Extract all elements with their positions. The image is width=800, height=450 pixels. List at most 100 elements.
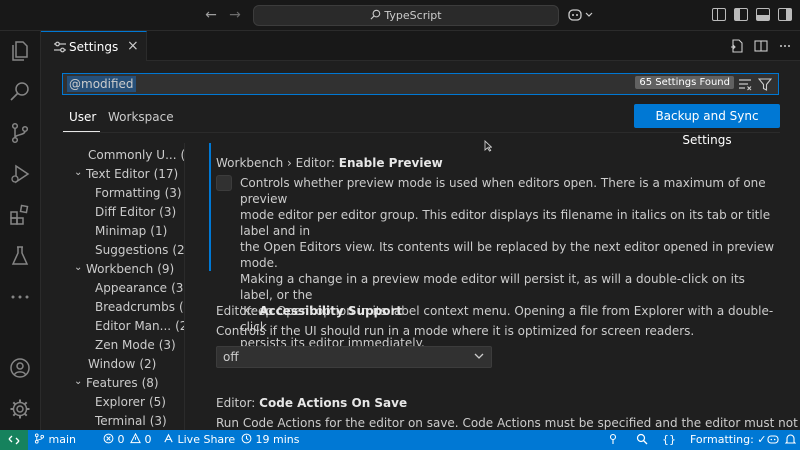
braces-icon[interactable]: {} bbox=[662, 433, 676, 446]
toc-item-appearance[interactable]: Appearance(3) bbox=[95, 281, 184, 299]
toc-item-label: Diff Editor bbox=[95, 205, 156, 219]
toc-item-count: (9) bbox=[157, 262, 175, 276]
toc-item-minimap[interactable]: Minimap (1) bbox=[95, 224, 167, 242]
results-count-badge: 65 Settings Found bbox=[635, 76, 734, 89]
tab-user[interactable]: User bbox=[69, 110, 96, 124]
tab-actions bbox=[730, 39, 792, 53]
forward-arrow-icon[interactable]: → bbox=[227, 7, 243, 23]
toc-item-zen-mode[interactable]: Zen Mode (3) bbox=[95, 338, 176, 356]
setting-title: Editor: Code Actions On Save bbox=[216, 396, 408, 410]
toc-item-count: (2) bbox=[139, 357, 157, 371]
toc-item-label: Editor Man... bbox=[95, 319, 172, 333]
command-center-label: TypeScript bbox=[384, 9, 442, 22]
backup-and-sync-button[interactable]: Backup and Sync Settings bbox=[634, 104, 780, 147]
settings-search-input[interactable]: @modified 65 Settings Found bbox=[62, 73, 779, 95]
accounts-icon[interactable] bbox=[8, 356, 32, 380]
toc-item-label: Terminal bbox=[95, 414, 146, 428]
toc-item-features[interactable]: ⌄ Features (8) bbox=[74, 376, 159, 394]
manage-gear-icon[interactable] bbox=[8, 397, 32, 421]
back-arrow-icon[interactable]: ← bbox=[203, 7, 219, 23]
toc-item-terminal[interactable]: Terminal (3) bbox=[95, 414, 167, 430]
error-icon bbox=[103, 433, 114, 444]
toc-item-label: Features bbox=[86, 376, 138, 390]
remote-indicator[interactable] bbox=[0, 430, 28, 450]
search-icon bbox=[370, 9, 381, 20]
timer-status[interactable]: 19 mins bbox=[241, 433, 299, 446]
status-bar: main 0 0 Live Share 19 mins {} Formattin… bbox=[0, 430, 800, 450]
copilot-face-icon bbox=[767, 435, 779, 444]
select-value: off bbox=[223, 350, 239, 364]
toc-item-window[interactable]: Window (2) bbox=[88, 357, 156, 375]
toggle-secondary-sidebar-icon[interactable] bbox=[778, 8, 792, 21]
setting-title: Editor: Accessibility Support bbox=[216, 304, 403, 318]
toc-item-count: (3) bbox=[164, 186, 182, 200]
more-icon[interactable] bbox=[8, 285, 32, 309]
testing-icon[interactable] bbox=[8, 244, 32, 268]
toc-item-explorer[interactable]: Explorer (5) bbox=[95, 395, 166, 413]
chevron-down-icon[interactable]: ⌄ bbox=[74, 376, 86, 387]
bell-icon bbox=[784, 434, 797, 444]
branch-status[interactable]: main bbox=[34, 433, 76, 446]
zoom-icon[interactable] bbox=[636, 433, 648, 448]
toc-item-label: Appearance bbox=[95, 281, 168, 295]
filter-icon[interactable] bbox=[758, 77, 772, 91]
enable-preview-checkbox[interactable] bbox=[216, 175, 232, 191]
remote-icon bbox=[8, 435, 20, 445]
toc-item-editor-man[interactable]: Editor Man...(2) bbox=[95, 319, 184, 337]
toc-item-label: Text Editor bbox=[86, 167, 150, 181]
setting-accessibility-support: Editor: Accessibility Support Controls i… bbox=[209, 304, 769, 369]
pin-icon bbox=[609, 433, 617, 444]
git-branch-icon bbox=[34, 433, 45, 444]
command-center[interactable]: TypeScript bbox=[253, 5, 559, 26]
split-editor-icon[interactable] bbox=[754, 39, 768, 53]
live-share-status[interactable]: Live Share bbox=[163, 433, 235, 446]
clear-filter-icon[interactable] bbox=[738, 77, 752, 91]
tab-settings[interactable]: Settings × bbox=[41, 31, 147, 61]
explorer-icon[interactable] bbox=[8, 39, 32, 63]
chevron-down-icon[interactable]: ⌄ bbox=[74, 167, 86, 178]
toc-item-workbench[interactable]: ⌄ Workbench (9) bbox=[74, 262, 174, 280]
source-control-icon[interactable] bbox=[8, 121, 32, 145]
extensions-icon[interactable] bbox=[8, 203, 32, 227]
toggle-panel-icon[interactable] bbox=[756, 8, 770, 21]
notifications-bell-icon[interactable] bbox=[784, 433, 797, 448]
tab-workspace[interactable]: Workspace bbox=[108, 110, 174, 124]
toc-item-breadcrumbs[interactable]: Breadcrumbs(1) bbox=[95, 300, 184, 318]
toc-item-text-editor[interactable]: ⌄ Text Editor (17) bbox=[74, 167, 178, 185]
toggle-primary-sidebar-icon[interactable] bbox=[734, 8, 748, 21]
problems-status[interactable]: 0 0 bbox=[103, 432, 152, 446]
warning-icon bbox=[130, 432, 141, 444]
toc-item-label: Breadcrumbs bbox=[95, 300, 175, 314]
more-actions-icon[interactable] bbox=[778, 39, 792, 53]
close-icon[interactable]: × bbox=[127, 38, 139, 54]
chevron-down-icon[interactable]: ⌄ bbox=[74, 262, 86, 273]
toc-item-count: (3) bbox=[159, 205, 177, 219]
toc-item-label: Suggestions bbox=[95, 243, 169, 257]
setting-code-actions-on-save: Editor: Code Actions On Save Run Code Ac… bbox=[209, 396, 800, 430]
toc-item-label: Commonly U... bbox=[88, 148, 177, 162]
toc-item-label: Window bbox=[88, 357, 136, 371]
customize-layout-icon[interactable] bbox=[712, 8, 726, 21]
copilot-icon[interactable] bbox=[568, 7, 596, 23]
layout-controls bbox=[712, 8, 792, 22]
settings-list: Workbench › Editor: Enable Preview Contr… bbox=[185, 143, 800, 430]
search-icon[interactable] bbox=[8, 80, 32, 104]
search-query[interactable]: @modified bbox=[67, 76, 136, 92]
copilot-status-icon[interactable] bbox=[608, 433, 618, 448]
accessibility-support-select[interactable]: off bbox=[216, 346, 492, 368]
modified-indicator bbox=[209, 143, 211, 271]
toc-item-suggestions[interactable]: Suggestions(2) bbox=[95, 243, 184, 261]
toc-item-count: (3) bbox=[158, 338, 176, 352]
toc-item-diff-editor[interactable]: Diff Editor (3) bbox=[95, 205, 176, 223]
formatting-status[interactable]: Formatting: ✓ bbox=[690, 433, 767, 446]
copilot-icon[interactable] bbox=[767, 433, 779, 448]
toc-item-commonly-u[interactable]: Commonly U...(1) bbox=[88, 148, 184, 166]
open-settings-json-icon[interactable] bbox=[730, 39, 744, 53]
run-debug-icon[interactable] bbox=[8, 162, 32, 186]
toc-item-formatting[interactable]: Formatting (3) bbox=[95, 186, 182, 204]
setting-enable-preview: Workbench › Editor: Enable Preview Contr… bbox=[209, 143, 774, 350]
tab-label: Settings bbox=[69, 40, 119, 54]
toc-item-label: Explorer bbox=[95, 395, 145, 409]
settings-tab-icon bbox=[54, 41, 66, 53]
toc-item-count: (17) bbox=[153, 167, 179, 181]
